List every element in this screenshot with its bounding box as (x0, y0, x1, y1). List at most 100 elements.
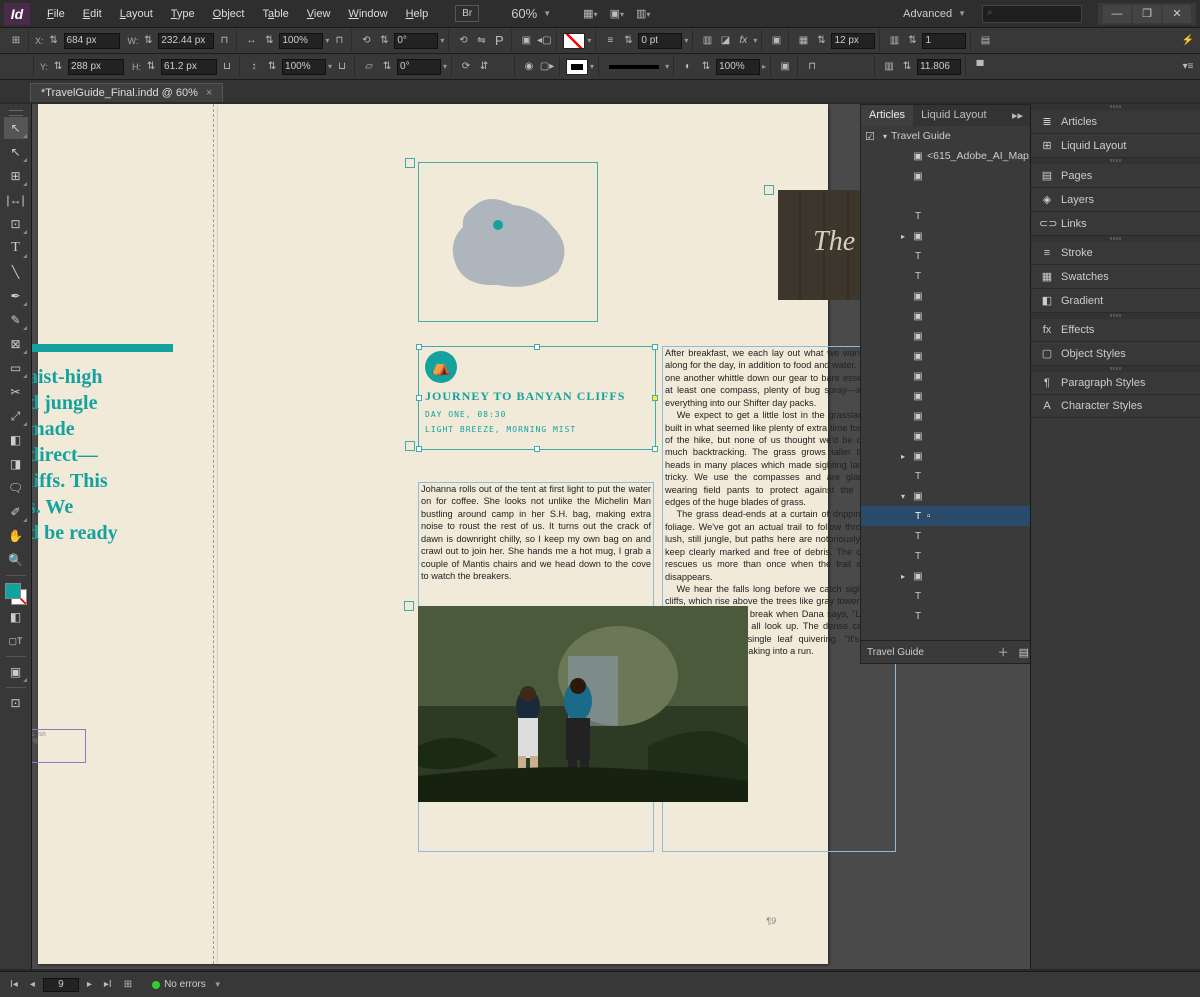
rectangle-tool-icon[interactable]: ▭ (4, 357, 28, 379)
rectangle-frame-tool-icon[interactable]: ⊠ (4, 333, 28, 355)
select-container-icon[interactable]: ▣ (518, 33, 534, 49)
article-root[interactable]: ☑▾Travel Guide▫ (861, 126, 1030, 146)
x-input[interactable]: 684 px (64, 33, 120, 49)
article-item[interactable]: ▸▣ (861, 226, 1030, 246)
panel-stroke[interactable]: ≡Stroke (1031, 242, 1200, 265)
rotate-ccw-icon[interactable]: ⟲ (455, 33, 471, 49)
pencil-tool-icon[interactable]: ✎ (4, 309, 28, 331)
document-tab[interactable]: *TravelGuide_Final.indd @ 60%× (30, 83, 223, 102)
h-input[interactable]: 61.2 px (161, 59, 217, 75)
select-next-icon[interactable]: ▢▸ (539, 59, 555, 75)
new-article-button[interactable]: ▤ (1019, 646, 1029, 659)
view-mode-normal-icon[interactable]: ▣ (4, 661, 28, 683)
menu-object[interactable]: Object (204, 4, 254, 24)
menu-file[interactable]: File (38, 4, 74, 24)
screen-mode-icon[interactable]: ▣▾ (604, 3, 630, 24)
content-collector-tool-icon[interactable]: ⊡ (4, 213, 28, 235)
opacity-input[interactable]: 100% (716, 59, 760, 75)
hiking-photo-frame[interactable] (418, 606, 748, 802)
close-tab-icon[interactable]: × (206, 87, 212, 99)
flip-h-icon[interactable]: ⇋ (473, 33, 489, 49)
add-button[interactable]: ＋ (998, 644, 1009, 660)
colgap-icon[interactable]: ▥ (881, 59, 897, 75)
zoom-level[interactable]: 60%▼ (505, 4, 557, 23)
map-frame[interactable] (418, 162, 598, 322)
article-item[interactable]: ▣<615_Adobe_AI_Map... (861, 146, 1030, 166)
scissors-tool-icon[interactable]: ✂ (4, 381, 28, 403)
next-page-icon[interactable]: ▸ (83, 977, 96, 992)
article-item[interactable]: ▣ (861, 346, 1030, 366)
article-item[interactable] (861, 186, 1030, 206)
gradient-swatch-tool-icon[interactable]: ◧ (4, 429, 28, 451)
hand-tool-icon[interactable]: ✋ (4, 525, 28, 547)
article-item[interactable]: ▸▣ (861, 566, 1030, 586)
direct-selection-tool-icon[interactable]: ↖ (4, 141, 28, 163)
selection-tool-icon[interactable]: ↖ (4, 117, 28, 139)
article-item[interactable]: T (861, 266, 1030, 286)
free-transform-tool-icon[interactable]: ⤢ (4, 405, 28, 427)
article-item[interactable]: ▣ (861, 426, 1030, 446)
note-tool-icon[interactable]: 🗨 (4, 477, 28, 499)
wrap-none-icon[interactable]: ▣ (768, 33, 784, 49)
open-pages-icon[interactable]: ⊞ (120, 977, 136, 992)
prev-page-icon[interactable]: ◂ (26, 977, 39, 992)
page-tool-icon[interactable]: ⊞ (4, 165, 28, 187)
w-input[interactable]: 232.44 px (158, 33, 214, 49)
panel-swatches[interactable]: ▦Swatches (1031, 265, 1200, 289)
align-left-icon[interactable]: ▤ (977, 33, 993, 49)
line-tool-icon[interactable]: ╲ (4, 261, 28, 283)
article-item[interactable]: T (861, 606, 1030, 626)
window-close-icon[interactable]: ✕ (1163, 5, 1191, 23)
panel-gradient[interactable]: ◧Gradient (1031, 289, 1200, 313)
menu-window[interactable]: Window (339, 4, 396, 24)
article-item[interactable]: ▣ (861, 166, 1030, 186)
eyedropper-tool-icon[interactable]: ✐ (4, 501, 28, 523)
wrap-bound-icon[interactable]: ▣ (777, 59, 793, 75)
article-item[interactable]: ▣ (861, 406, 1030, 426)
effects-corner-icon[interactable]: ▥ (699, 33, 715, 49)
article-item[interactable]: ▸▣ (861, 446, 1030, 466)
colgap-input[interactable]: 11.806 (917, 59, 961, 75)
zoom-tool-icon[interactable]: 🔍 (4, 549, 28, 571)
stroke-swatch[interactable] (566, 59, 588, 75)
select-content-icon[interactable]: ◉ (521, 59, 537, 75)
window-restore-icon[interactable]: ❐ (1133, 5, 1161, 23)
bridge-button[interactable]: Br (455, 5, 479, 22)
scaley-input[interactable]: 100% (282, 59, 326, 75)
article-item[interactable]: ▣ (861, 386, 1030, 406)
article-item[interactable]: T (861, 586, 1030, 606)
frame-grid-icon[interactable]: ▦ (795, 33, 811, 49)
panel-links[interactable]: ⊂⊃Links (1031, 212, 1200, 236)
fill-stroke-swatch[interactable] (5, 583, 27, 605)
scalex-input[interactable]: 100% (279, 33, 323, 49)
first-page-icon[interactable]: I◂ (6, 977, 22, 992)
page-input[interactable]: 9 (43, 978, 79, 992)
fill-swatch[interactable] (563, 33, 585, 49)
arrange-docs-icon[interactable]: ▥▾ (630, 3, 656, 24)
menu-layout[interactable]: Layout (111, 4, 162, 24)
shear-input[interactable]: 0° (397, 59, 441, 75)
flip-v-icon[interactable]: ⇵ (476, 59, 492, 75)
cols-icon[interactable]: ▥ (886, 33, 902, 49)
type-tool-icon[interactable]: T (4, 237, 28, 259)
article-item[interactable]: T (861, 466, 1030, 486)
last-page-icon[interactable]: ▸I (100, 977, 116, 992)
articles-tab[interactable]: Articles (861, 105, 913, 126)
preflight-status[interactable]: No errors (164, 979, 206, 990)
panel-layers[interactable]: ◈Layers (1031, 188, 1200, 212)
article-item[interactable]: T (861, 526, 1030, 546)
fx-button[interactable]: fx (735, 33, 751, 49)
panel-liquid-layout[interactable]: ⊞Liquid Layout (1031, 134, 1200, 158)
gap-input[interactable]: 12 px (831, 33, 875, 49)
panel-effects[interactable]: fxEffects (1031, 319, 1200, 342)
constrain-wh-icon[interactable]: ⊓ (216, 33, 232, 49)
article-item[interactable]: ▣ (861, 366, 1030, 386)
menu-table[interactable]: Table (253, 4, 297, 24)
align-top-icon[interactable]: ▀ (972, 59, 988, 75)
select-prev-icon[interactable]: ◂▢ (536, 33, 552, 49)
quick-apply-icon[interactable]: ⚡ (1180, 33, 1196, 49)
article-item[interactable]: ▣ (861, 306, 1030, 326)
stroke-weight-input[interactable]: 0 pt (638, 33, 682, 49)
article-item[interactable]: ▣ (861, 326, 1030, 346)
article-item[interactable]: ▾▣ (861, 486, 1030, 506)
